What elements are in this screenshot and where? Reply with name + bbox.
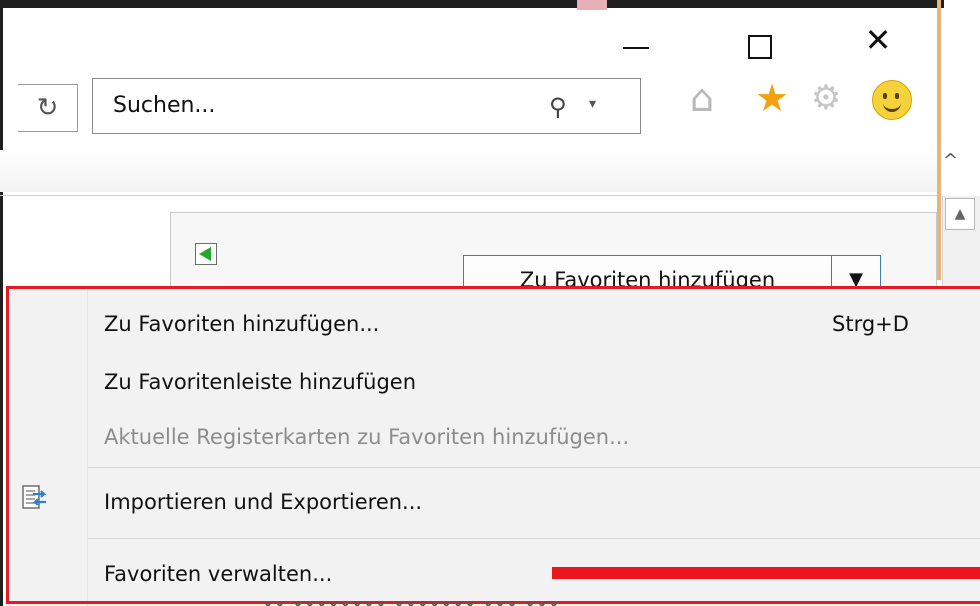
partially-visible-text: xx xxxxxxxx xxxxxxx xxx xxx	[262, 595, 560, 606]
close-button[interactable]: ✕	[856, 24, 900, 64]
search-icon[interactable]: ⚲	[549, 93, 567, 121]
smiley-icon[interactable]	[872, 80, 912, 120]
highlight-annotation-box	[6, 286, 980, 604]
favorites-star-icon[interactable]: ★	[750, 76, 794, 120]
top-edge-marker	[577, 0, 607, 10]
search-input[interactable]: Suchen... ⚲ ▾	[92, 78, 641, 134]
scroll-up-button[interactable]: ▲	[945, 198, 975, 230]
window-frame-top	[0, 0, 944, 8]
search-dropdown-icon[interactable]: ▾	[589, 96, 596, 112]
refresh-button[interactable]: ↻	[18, 84, 78, 132]
toolbar-background	[0, 150, 937, 192]
toolbar-divider	[0, 195, 937, 196]
home-icon[interactable]: ⌂	[680, 76, 724, 120]
back-arrow-icon[interactable]	[195, 243, 217, 265]
window-frame-left	[0, 0, 3, 606]
minimize-button[interactable]	[614, 30, 658, 70]
maximize-icon	[748, 35, 772, 59]
maximize-button[interactable]	[738, 27, 782, 67]
minimize-icon	[623, 47, 649, 49]
window-frame-right	[937, 0, 941, 280]
search-placeholder: Suchen...	[113, 93, 216, 118]
scroll-caret-icon[interactable]: ^	[943, 150, 958, 171]
gear-icon[interactable]: ⚙	[804, 76, 848, 120]
